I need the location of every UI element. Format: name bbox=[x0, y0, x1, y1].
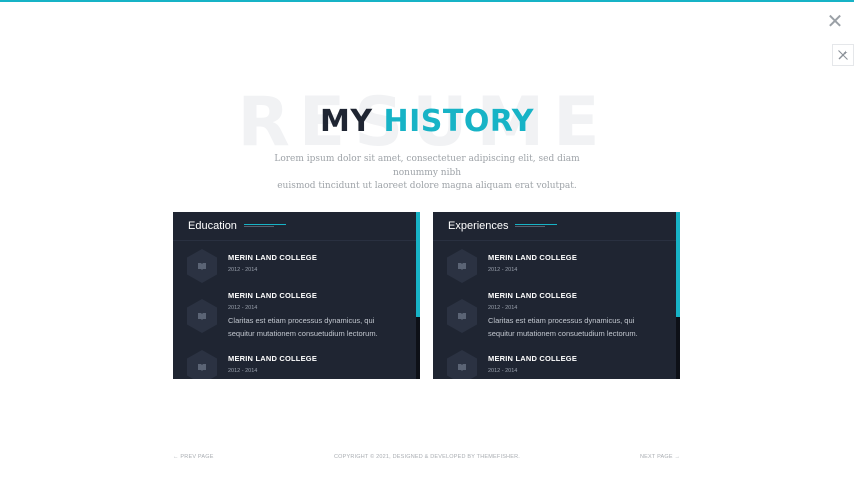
school-name: MERIN LAND COLLEGE bbox=[228, 354, 318, 363]
years-label: 2012 - 2014 bbox=[228, 305, 258, 311]
school-name: MERIN LAND COLLEGE bbox=[488, 253, 578, 262]
section-subtitle: Lorem ipsum dolor sit amet, consectetuer… bbox=[267, 153, 587, 194]
years-label: 2012 - 2014 bbox=[488, 267, 518, 273]
magic-wand-off-icon bbox=[838, 50, 848, 60]
section-heading: RESUME MY HISTORY bbox=[0, 88, 854, 158]
title-word-my: MY bbox=[319, 104, 373, 139]
experiences-card[interactable]: Experiences MERIN LAND COLLEGE 2012 - 20… bbox=[433, 212, 680, 379]
top-accent-bar bbox=[0, 0, 854, 2]
hexagon-book-icon bbox=[447, 249, 477, 283]
scrollbar[interactable] bbox=[676, 212, 680, 379]
title-word-history: HISTORY bbox=[383, 104, 535, 139]
hexagon-book-icon bbox=[187, 350, 217, 379]
description-line: sequitur mutationem consuetudium lectoru… bbox=[488, 329, 638, 338]
hexagon-book-icon bbox=[187, 299, 217, 333]
card-header: Education bbox=[173, 212, 420, 241]
years-label: 2012 - 2014 bbox=[228, 368, 258, 374]
years-label: 2012 - 2014 bbox=[488, 368, 518, 374]
subtitle-line: euismod tincidunt ut laoreet dolore magn… bbox=[277, 181, 577, 191]
education-card[interactable]: Education MERIN LAND COLLEGE 2012 - 2014… bbox=[173, 212, 420, 379]
school-name: MERIN LAND COLLEGE bbox=[488, 354, 578, 363]
years-label: 2012 - 2014 bbox=[228, 267, 258, 273]
years-label: 2012 - 2014 bbox=[488, 305, 518, 311]
scrollbar-thumb[interactable] bbox=[676, 212, 680, 317]
subtitle-line: Lorem ipsum dolor sit amet, consectetuer… bbox=[274, 154, 580, 178]
school-name: MERIN LAND COLLEGE bbox=[488, 291, 578, 300]
copyright-label: COPYRIGHT © 2021, DESIGNED & DEVELOPED B… bbox=[333, 454, 520, 460]
description: Claritas est etiam processus dynamicus, … bbox=[488, 314, 663, 340]
scrollbar-thumb[interactable] bbox=[416, 212, 420, 317]
experiences-title: Experiences bbox=[448, 220, 509, 232]
page-title: MY HISTORY bbox=[0, 103, 854, 141]
description-line: Claritas est etiam processus dynamicus, … bbox=[488, 316, 635, 325]
description-line: Claritas est etiam processus dynamicus, … bbox=[228, 316, 375, 325]
card-header: Experiences bbox=[433, 212, 680, 241]
scrollbar[interactable] bbox=[416, 212, 420, 379]
education-title: Education bbox=[188, 220, 237, 232]
description: Claritas est etiam processus dynamicus, … bbox=[228, 314, 403, 340]
close-icon: ✕ bbox=[826, 9, 844, 33]
hexagon-book-icon bbox=[447, 299, 477, 333]
next-page-link[interactable]: NEXT PAGE → bbox=[640, 454, 680, 460]
effects-toggle-button[interactable] bbox=[832, 44, 854, 66]
next-page-label[interactable]: NEXT PAGE → bbox=[640, 454, 680, 460]
school-name: MERIN LAND COLLEGE bbox=[228, 253, 318, 262]
copyright-text: COPYRIGHT © 2021, DESIGNED & DEVELOPED B… bbox=[0, 454, 854, 460]
close-button[interactable]: ✕ bbox=[826, 11, 844, 31]
hexagon-book-icon bbox=[447, 350, 477, 379]
school-name: MERIN LAND COLLEGE bbox=[228, 291, 318, 300]
hexagon-book-icon bbox=[187, 249, 217, 283]
description-line: sequitur mutationem consuetudium lectoru… bbox=[228, 329, 378, 338]
